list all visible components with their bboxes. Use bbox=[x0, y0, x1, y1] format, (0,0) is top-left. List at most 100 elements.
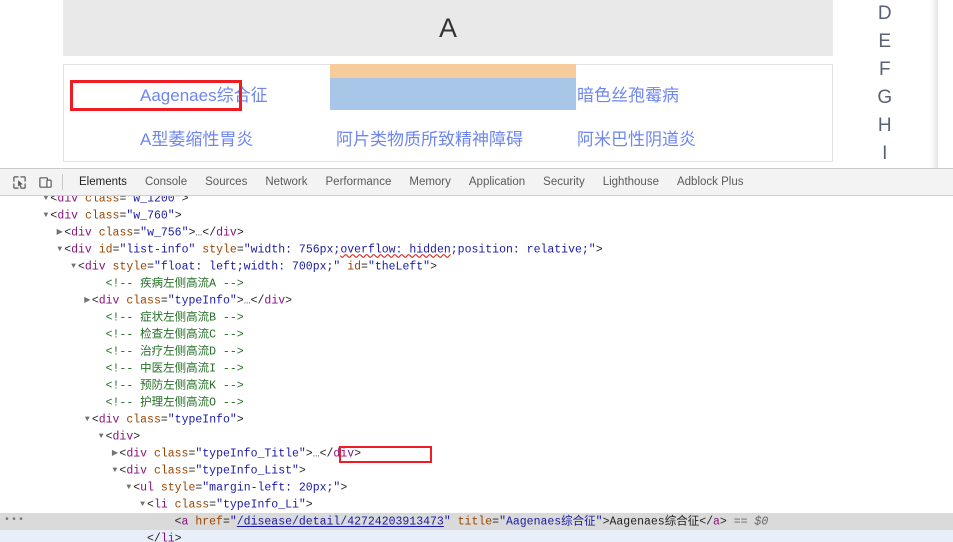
tab-application[interactable]: Application bbox=[460, 169, 534, 195]
code-token-punc: < bbox=[105, 430, 113, 444]
code-token-val: "typeInfo_Title" bbox=[195, 447, 306, 461]
tree-gutter bbox=[97, 275, 106, 292]
code-token-cmt: <!-- 治疗左侧高流D --> bbox=[105, 345, 244, 359]
code-token-attr: class bbox=[119, 413, 161, 427]
dom-tree-line[interactable]: ▼ <div class="w_1200"> bbox=[0, 196, 953, 207]
dom-tree-line[interactable]: </li> bbox=[0, 530, 953, 542]
code-token-tag: div bbox=[57, 196, 79, 206]
disease-link[interactable]: 艾森门格综合征 bbox=[336, 85, 455, 107]
code-token-punc: </ bbox=[250, 294, 265, 308]
code-token-ell: … bbox=[243, 294, 251, 308]
alphabet-index-letter[interactable]: F bbox=[868, 56, 902, 84]
chevron-down-icon[interactable]: ▼ bbox=[83, 411, 92, 428]
dom-tree-line[interactable]: ▼ <div id="list-info" style="width: 756px… bbox=[0, 241, 953, 258]
code-token-val: "w_756" bbox=[140, 226, 189, 240]
dom-tree-line[interactable]: ▶<div class="w_756">…</div> bbox=[0, 224, 953, 241]
disease-list-card: Aagenaes综合征 艾森门格综合征 暗色丝孢霉病 A型萎缩性胃炎 阿片类物质所致精… bbox=[63, 64, 833, 162]
dom-tree-line[interactable]: ▼ <div class="typeInfo_List"> bbox=[0, 462, 953, 479]
device-toolbar-icon[interactable] bbox=[32, 171, 58, 193]
code-token-punc: > bbox=[236, 226, 244, 240]
devtools-elements-tree[interactable]: ▼ <div class="w_1200"> ▼ <div class="w_760… bbox=[0, 196, 953, 542]
tree-gutter bbox=[166, 513, 175, 530]
dom-tree-line[interactable]: <!-- 中医左侧高流I --> bbox=[0, 360, 953, 377]
code-token-val: "w_1200" bbox=[126, 196, 182, 206]
chevron-down-icon[interactable]: ▼ bbox=[138, 496, 147, 513]
disease-row: Aagenaes综合征 艾森门格综合征 暗色丝孢霉病 bbox=[64, 65, 832, 109]
tab-console[interactable]: Console bbox=[136, 169, 196, 195]
tab-performance[interactable]: Performance bbox=[317, 169, 401, 195]
devtools-panel: Elements Console Sources Network Performance… bbox=[0, 168, 953, 542]
alphabet-index-letter[interactable]: G bbox=[868, 84, 902, 112]
chevron-down-icon[interactable]: ▼ bbox=[124, 479, 133, 496]
dom-tree-line[interactable]: ▼ <div style="float: left;width: 700px;" … bbox=[0, 258, 953, 275]
dom-tree-line[interactable]: <!-- 预防左侧高流K --> bbox=[0, 377, 953, 394]
code-token-val: "typeInfo" bbox=[167, 294, 237, 308]
tab-sources[interactable]: Sources bbox=[196, 169, 256, 195]
code-token-tag: div bbox=[84, 260, 106, 274]
tree-gutter bbox=[97, 360, 106, 377]
dom-tree-line[interactable]: <!-- 检查左侧高流C --> bbox=[0, 326, 953, 343]
code-token-punc: </ bbox=[202, 226, 217, 240]
dom-tree-line[interactable]: ▶<div class="typeInfo_Title">…</div> bbox=[0, 445, 953, 462]
browser-page-viewport: A Aagenaes综合征 艾森门格综合征 暗色丝孢霉病 A型萎缩性胃炎 阿片类物质所… bbox=[0, 0, 953, 168]
chevron-right-icon[interactable]: ▶ bbox=[55, 224, 64, 241]
code-token-val: "typeInfo_List" bbox=[195, 464, 299, 478]
disease-link[interactable]: 阿米巴性阴道炎 bbox=[577, 129, 696, 151]
code-token-tag: div bbox=[98, 413, 120, 427]
code-token-val: "float: left;width: 700px;" bbox=[153, 260, 341, 274]
chevron-down-icon[interactable]: ▼ bbox=[55, 241, 64, 258]
inspect-element-icon[interactable] bbox=[6, 171, 32, 193]
dom-tree-line[interactable]: ▶<div class="typeInfo">…</div> bbox=[0, 292, 953, 309]
disease-link[interactable]: 阿片类物质所致精神障碍 bbox=[336, 129, 523, 151]
code-token-punc: > bbox=[236, 413, 244, 427]
disease-link[interactable]: Aagenaes综合征 bbox=[140, 85, 268, 107]
tab-security[interactable]: Security bbox=[534, 169, 594, 195]
alphabet-index-letter[interactable]: D bbox=[868, 0, 902, 28]
code-token-val: "margin-left: 20px;" bbox=[202, 481, 341, 495]
alphabet-index-letter[interactable]: E bbox=[868, 28, 902, 56]
dom-tree-line[interactable]: <!-- 护理左侧高流O --> bbox=[0, 394, 953, 411]
more-options-icon[interactable]: ••• bbox=[4, 516, 25, 526]
code-token-attr: class bbox=[78, 196, 120, 206]
chevron-down-icon[interactable]: ▼ bbox=[69, 258, 78, 275]
tab-network[interactable]: Network bbox=[256, 169, 316, 195]
tree-gutter bbox=[138, 530, 147, 542]
dom-tree-line[interactable]: ••• <a href="/disease/detail/42724203913… bbox=[0, 513, 953, 530]
chevron-right-icon[interactable]: ▶ bbox=[83, 292, 92, 309]
disease-link[interactable]: A型萎缩性胃炎 bbox=[140, 129, 253, 151]
tab-elements[interactable]: Elements bbox=[70, 169, 136, 195]
dom-tree-line[interactable]: ▼ <li class="typeInfo_Li"> bbox=[0, 496, 953, 513]
disease-link[interactable]: 暗色丝孢霉病 bbox=[577, 85, 679, 107]
code-token-punc: > bbox=[595, 243, 603, 257]
code-token-punc: < bbox=[91, 294, 99, 308]
code-token-cmt: <!-- 疾病左侧高流A --> bbox=[105, 277, 244, 291]
dom-tree-line[interactable]: ▼ <div class="typeInfo"> bbox=[0, 411, 953, 428]
dom-tree-line[interactable]: <!-- 治疗左侧高流D --> bbox=[0, 343, 953, 360]
dom-tree-line[interactable]: ▼ <div> bbox=[0, 428, 953, 445]
alphabet-index-rail[interactable]: DEFGHI bbox=[868, 0, 902, 168]
code-token-cmt: <!-- 护理左侧高流O --> bbox=[105, 396, 244, 410]
code-token-tag: div bbox=[112, 430, 134, 444]
code-token-val: "width: 756px; bbox=[243, 243, 341, 257]
dom-tree-line[interactable]: <!-- 症状左侧高流B --> bbox=[0, 309, 953, 326]
chevron-down-icon[interactable]: ▼ bbox=[97, 428, 106, 445]
alphabet-index-letter[interactable]: I bbox=[868, 140, 902, 168]
dom-tree-line[interactable]: <!-- 疾病左侧高流A --> bbox=[0, 275, 953, 292]
tab-adblock-plus[interactable]: Adblock Plus bbox=[668, 169, 752, 195]
dom-tree-line[interactable]: ▼ <ul style="margin-left: 20px;"> bbox=[0, 479, 953, 496]
alphabet-letter-heading: A bbox=[438, 12, 457, 43]
tab-lighthouse[interactable]: Lighthouse bbox=[594, 169, 668, 195]
code-token-attr: class bbox=[91, 226, 134, 240]
code-token-punc: > bbox=[305, 447, 313, 461]
alphabet-index-letter[interactable]: H bbox=[868, 112, 902, 140]
tab-memory[interactable]: Memory bbox=[400, 169, 460, 195]
code-token-punc: = bbox=[147, 260, 154, 274]
code-token-punc: > bbox=[133, 430, 141, 444]
code-token-lnk[interactable]: /disease/detail/42724203913473 bbox=[237, 516, 444, 529]
dom-tree-line[interactable]: ▼ <div class="w_760"> bbox=[0, 207, 953, 224]
